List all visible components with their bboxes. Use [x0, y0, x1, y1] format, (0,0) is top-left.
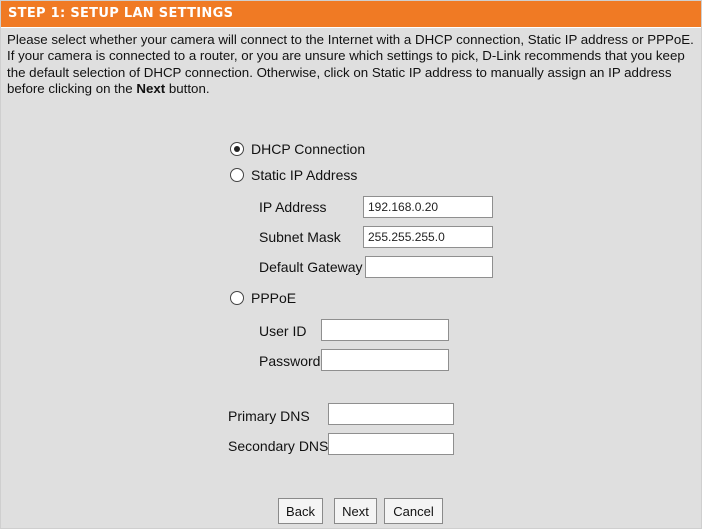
primary-dns-field[interactable]	[328, 403, 454, 425]
secondary-dns-label: Secondary DNS	[228, 438, 329, 454]
section-header: STEP 1: SETUP LAN SETTINGS	[1, 1, 701, 28]
subnet-mask-field[interactable]	[363, 226, 493, 248]
intro-text-bold: Next	[136, 81, 166, 97]
next-button[interactable]: Next	[334, 498, 377, 524]
static-ip-label: Static IP Address	[251, 167, 358, 183]
dhcp-radio[interactable]	[230, 142, 244, 156]
section-title: STEP 1: SETUP LAN SETTINGS	[8, 6, 234, 21]
back-button[interactable]: Back	[278, 498, 323, 524]
user-id-field[interactable]	[321, 319, 449, 341]
user-id-label: User ID	[259, 323, 307, 339]
lan-settings-panel: STEP 1: SETUP LAN SETTINGS Please select…	[0, 0, 702, 529]
primary-dns-label: Primary DNS	[228, 408, 310, 424]
pppoe-label: PPPoE	[251, 290, 297, 306]
intro-text-main: Please select whether your camera will c…	[7, 32, 694, 97]
password-label: Password	[259, 353, 321, 369]
dhcp-label: DHCP Connection	[251, 141, 366, 157]
ip-address-label: IP Address	[259, 199, 327, 215]
intro-text-end: button.	[165, 81, 210, 97]
pppoe-radio[interactable]	[230, 291, 244, 305]
default-gateway-field[interactable]	[365, 256, 493, 278]
intro-text: Please select whether your camera will c…	[7, 32, 697, 98]
secondary-dns-field[interactable]	[328, 433, 454, 455]
default-gateway-label: Default Gateway	[259, 259, 363, 275]
password-field[interactable]	[321, 349, 449, 371]
static-ip-radio[interactable]	[230, 168, 244, 182]
ip-address-field[interactable]	[363, 196, 493, 218]
subnet-mask-label: Subnet Mask	[259, 229, 341, 245]
cancel-button[interactable]: Cancel	[384, 498, 443, 524]
